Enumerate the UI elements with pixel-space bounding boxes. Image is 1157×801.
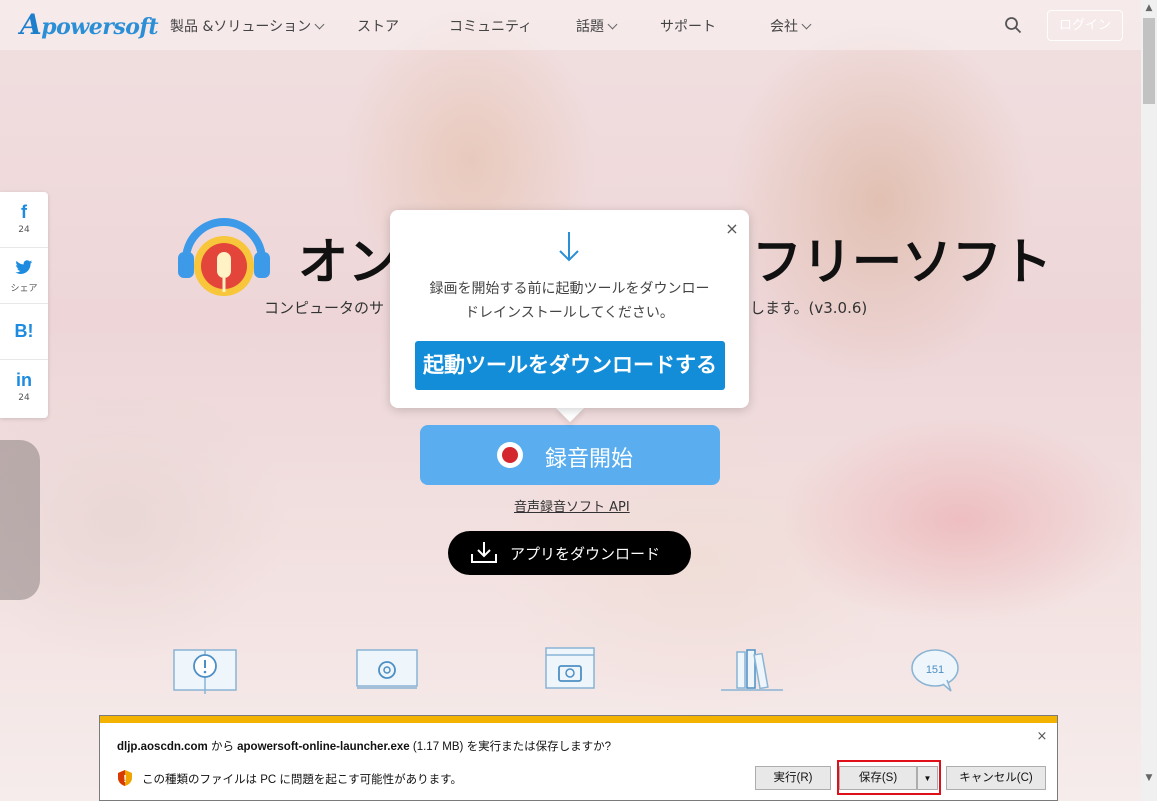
hatena-bookmark-icon: B! (14, 321, 34, 341)
chevron-down-icon (607, 19, 618, 30)
linkedin-icon: in (16, 370, 32, 390)
launcher-download-popup: × 録画を開始する前に起動ツールをダウンロー ドレインストールしてください。 起… (390, 210, 749, 408)
download-notification-bar: dljp.aoscdn.com から apowersoft-online-lau… (99, 715, 1058, 801)
popup-message: 録画を開始する前に起動ツールをダウンロー ドレインストールしてください。 (429, 281, 710, 321)
scroll-up-arrow-icon[interactable]: ▲ (1141, 0, 1157, 16)
download-app-button[interactable]: アプリをダウンロード (448, 531, 691, 575)
save-button-highlight (837, 760, 941, 795)
top-navigation: Apowersoft 製品 &ソリューション ストア コミュニティ 話題 サポー… (0, 0, 1141, 50)
voice-recorder-api-link[interactable]: 音声録音ソフト API (514, 496, 630, 515)
camera-screen-icon[interactable] (544, 646, 596, 692)
download-question: dljp.aoscdn.com から apowersoft-online-lau… (117, 741, 611, 753)
warning-shield-icon: ! (118, 770, 132, 786)
chat-bubble-icon[interactable]: 151 (909, 646, 961, 692)
scroll-down-arrow-icon[interactable]: ▼ (1141, 770, 1157, 786)
chevron-down-icon (801, 19, 812, 30)
start-recording-label: 録音開始 (545, 447, 634, 472)
twitter-share-label: シェア (10, 284, 38, 294)
nav-company[interactable]: 会社 (770, 16, 812, 36)
nav-community[interactable]: コミュニティ (449, 16, 532, 36)
headphones-mic-logo-icon (178, 218, 270, 296)
library-books-icon[interactable] (719, 646, 785, 692)
nav-support[interactable]: サポート (660, 16, 716, 36)
share-twitter[interactable]: シェア (0, 248, 48, 304)
record-icon (497, 442, 523, 468)
apowersoft-logo[interactable]: Apowersoft (20, 8, 159, 41)
page-title-left: オン (298, 233, 398, 291)
page-title-right: フリーソフト (752, 233, 1052, 291)
facebook-count: 24 (18, 225, 30, 235)
share-linkedin[interactable]: in 24 (0, 360, 48, 416)
nav-store[interactable]: ストア (357, 16, 399, 36)
download-bar-accent (100, 716, 1057, 723)
search-icon[interactable] (1004, 16, 1022, 34)
download-bar-close-icon[interactable]: × (1035, 730, 1049, 744)
nav-products[interactable]: 製品 &ソリューション (170, 16, 325, 36)
cancel-button[interactable]: キャンセル(C) (946, 766, 1046, 790)
chat-count: 151 (926, 664, 944, 676)
settings-screen-icon[interactable] (355, 646, 419, 692)
download-icon (471, 542, 497, 563)
page-scrollbar[interactable]: ▲ ▼ (1141, 0, 1157, 801)
download-launcher-button[interactable]: 起動ツールをダウンロードする (415, 341, 725, 390)
share-hatena[interactable]: B! (0, 304, 48, 360)
facebook-icon: f (21, 202, 27, 222)
run-button[interactable]: 実行(R) (755, 766, 831, 790)
chevron-down-icon (314, 19, 325, 30)
page-subtitle-left: コンピュータのサ (264, 299, 385, 317)
scroll-thumb[interactable] (1143, 18, 1155, 104)
download-app-label: アプリをダウンロード (510, 545, 661, 563)
nav-topics[interactable]: 話題 (576, 16, 618, 36)
notice-book-icon[interactable] (172, 646, 238, 696)
page-subtitle-right: します。(v3.0.6) (750, 299, 868, 317)
hero-photo-shade (0, 440, 40, 600)
start-recording-button[interactable]: 録音開始 (420, 425, 720, 485)
download-arrow-icon (559, 232, 579, 262)
popup-close-icon[interactable]: × (723, 220, 741, 238)
share-sidebar: f 24 シェア B! in 24 (0, 192, 48, 418)
download-warning: この種類のファイルは PC に問題を起こす可能性があります。 (142, 774, 462, 786)
twitter-icon (15, 260, 33, 274)
linkedin-count: 24 (18, 393, 30, 403)
svg-text:!: ! (123, 774, 126, 785)
share-facebook[interactable]: f 24 (0, 192, 48, 248)
login-button[interactable]: ログイン (1047, 10, 1123, 41)
